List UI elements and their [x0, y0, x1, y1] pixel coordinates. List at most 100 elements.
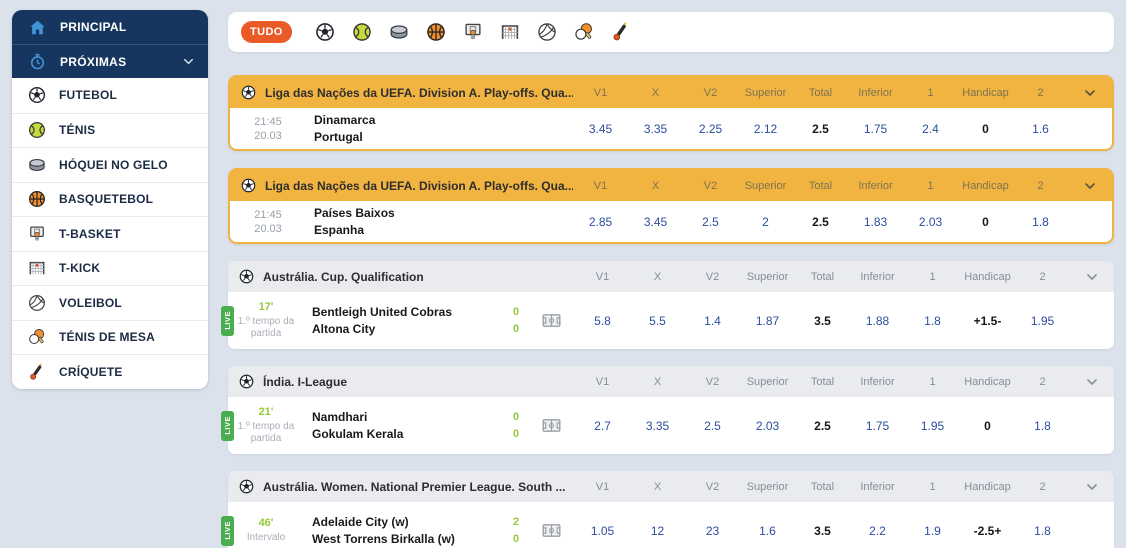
- start-time: 21:45: [230, 115, 306, 129]
- teams[interactable]: Namdhari Gokulam Kerala: [304, 409, 505, 443]
- odds-2[interactable]: 1.6: [1013, 122, 1068, 136]
- tennis-icon[interactable]: [351, 21, 373, 43]
- soccer-icon: [238, 373, 255, 390]
- match-card: Austrália. Cup. Qualification V1 X V2 Su…: [228, 261, 1114, 349]
- teams[interactable]: Países Baixos Espanha: [306, 205, 573, 239]
- sidebar-item-criquete[interactable]: CRÍQUETE: [12, 354, 208, 389]
- odds-v1[interactable]: 1.05: [575, 524, 630, 538]
- odds-v2[interactable]: 1.4: [685, 314, 740, 328]
- chevron-down-icon[interactable]: [1070, 479, 1114, 495]
- odds-1[interactable]: 1.8: [905, 314, 960, 328]
- odds-superior[interactable]: 2.03: [740, 419, 795, 433]
- league-header[interactable]: Índia. I-League V1 X V2 Superior Total I…: [228, 366, 1114, 397]
- odds-inferior[interactable]: 1.88: [850, 314, 905, 328]
- odds-v2[interactable]: 2.25: [683, 122, 738, 136]
- odds-handicap-line: 0: [958, 122, 1013, 136]
- column-header-1: 1: [903, 180, 958, 192]
- tabletennis-icon[interactable]: [573, 21, 595, 43]
- home-team: Bentleigh United Cobras: [312, 304, 505, 321]
- column-header-total: Total: [795, 271, 850, 283]
- odds-handicap-line: 0: [958, 215, 1013, 229]
- odds-v1[interactable]: 2.85: [573, 215, 628, 229]
- chevron-down-icon[interactable]: [1070, 374, 1114, 390]
- odds-2[interactable]: 1.8: [1015, 524, 1070, 538]
- match-time-info: 21:45 20.03: [230, 115, 306, 143]
- soccer-icon[interactable]: [314, 21, 336, 43]
- odds-row: 1.05 12 23 1.6 3.5 2.2 1.9 -2.5+ 1.8: [575, 524, 1070, 538]
- odds-x[interactable]: 3.35: [628, 122, 683, 136]
- sidebar-item-label: T-BASKET: [59, 227, 121, 241]
- odds-column-headers: V1 X V2 Superior Total Inferior 1 Handic…: [575, 481, 1070, 493]
- filter-all-button[interactable]: TUDO: [241, 21, 292, 43]
- pitch-stats-icon[interactable]: [527, 415, 575, 436]
- odds-superior[interactable]: 1.87: [740, 314, 795, 328]
- odds-2[interactable]: 1.8: [1013, 215, 1068, 229]
- odds-v2[interactable]: 2.5: [685, 419, 740, 433]
- soccer-icon: [240, 84, 257, 101]
- column-header-handicap: Handicap: [960, 376, 1015, 388]
- live-badge: LIVE: [221, 306, 234, 336]
- league-header[interactable]: Austrália. Women. National Premier Leagu…: [228, 471, 1114, 502]
- sidebar-item-tenis-de-mesa[interactable]: TÉNIS DE MESA: [12, 320, 208, 355]
- odds-x[interactable]: 3.45: [628, 215, 683, 229]
- odds-1[interactable]: 2.03: [903, 215, 958, 229]
- odds-x[interactable]: 12: [630, 524, 685, 538]
- odds-x[interactable]: 5.5: [630, 314, 685, 328]
- odds-1[interactable]: 1.95: [905, 419, 960, 433]
- odds-inferior[interactable]: 1.83: [848, 215, 903, 229]
- main-content: TUDO Liga das Nações da UEFA. Division: [228, 12, 1114, 548]
- pitch-stats-icon[interactable]: [527, 310, 575, 331]
- chevron-down-icon[interactable]: [1068, 178, 1112, 194]
- league-header[interactable]: Liga das Nações da UEFA. Division A. Pla…: [230, 170, 1112, 201]
- sidebar-item-hoquei-no-gelo[interactable]: HÓQUEI NO GELO: [12, 147, 208, 182]
- odds-1[interactable]: 1.9: [905, 524, 960, 538]
- column-header-v2: V2: [683, 180, 738, 192]
- teams[interactable]: Bentleigh United Cobras Altona City: [304, 304, 505, 338]
- odds-inferior[interactable]: 1.75: [850, 419, 905, 433]
- teams[interactable]: Dinamarca Portugal: [306, 112, 573, 146]
- league-header[interactable]: Liga das Nações da UEFA. Division A. Pla…: [230, 77, 1112, 108]
- odds-inferior[interactable]: 1.75: [848, 122, 903, 136]
- sidebar-item-principal[interactable]: PRINCIPAL: [12, 10, 208, 44]
- live-badge: LIVE: [221, 516, 234, 546]
- tkick-icon[interactable]: [499, 21, 521, 43]
- sidebar-item-t-basket[interactable]: T-BASKET: [12, 216, 208, 251]
- odds-x[interactable]: 3.35: [630, 419, 685, 433]
- league-header[interactable]: Austrália. Cup. Qualification V1 X V2 Su…: [228, 261, 1114, 292]
- chevron-down-icon[interactable]: [1068, 85, 1112, 101]
- cricket-icon[interactable]: [610, 21, 632, 43]
- volleyball-icon[interactable]: [536, 21, 558, 43]
- odds-1[interactable]: 2.4: [903, 122, 958, 136]
- odds-v1[interactable]: 3.45: [573, 122, 628, 136]
- odds-2[interactable]: 1.8: [1015, 419, 1070, 433]
- odds-2[interactable]: 1.95: [1015, 314, 1070, 328]
- match-row: LIVE 21' 1.º tempo da partida Namdhari G…: [228, 397, 1114, 454]
- odds-inferior[interactable]: 2.2: [850, 524, 905, 538]
- match-card: Liga das Nações da UEFA. Division A. Pla…: [228, 168, 1114, 244]
- sidebar-item-t-kick[interactable]: T-KICK: [12, 251, 208, 286]
- start-time: 21:45: [230, 208, 306, 222]
- match-time-info: 17' 1.º tempo da partida: [228, 301, 304, 340]
- odds-v2[interactable]: 23: [685, 524, 740, 538]
- sidebar-item-tenis[interactable]: TÉNIS: [12, 113, 208, 148]
- chevron-down-icon[interactable]: [181, 54, 196, 69]
- sidebar-item-proximas[interactable]: PRÓXIMAS: [12, 44, 208, 78]
- sidebar-item-basquetebol[interactable]: BASQUETEBOL: [12, 182, 208, 217]
- odds-superior[interactable]: 2.12: [738, 122, 793, 136]
- odds-row: 2.7 3.35 2.5 2.03 2.5 1.75 1.95 0 1.8: [575, 419, 1070, 433]
- puck-icon[interactable]: [388, 21, 410, 43]
- odds-v1[interactable]: 5.8: [575, 314, 630, 328]
- sidebar-item-label: TÉNIS DE MESA: [59, 330, 155, 344]
- basketball-icon[interactable]: [425, 21, 447, 43]
- sidebar-item-futebol[interactable]: FUTEBOL: [12, 78, 208, 113]
- odds-v2[interactable]: 2.5: [683, 215, 738, 229]
- away-team: Espanha: [314, 222, 573, 239]
- chevron-down-icon[interactable]: [1070, 269, 1114, 285]
- tbasket-icon[interactable]: [462, 21, 484, 43]
- teams[interactable]: Adelaide City (w) West Torrens Birkalla …: [304, 514, 505, 548]
- sidebar-item-voleibol[interactable]: VOLEIBOL: [12, 285, 208, 320]
- pitch-stats-icon[interactable]: [527, 520, 575, 541]
- odds-v1[interactable]: 2.7: [575, 419, 630, 433]
- odds-superior[interactable]: 2: [738, 215, 793, 229]
- odds-superior[interactable]: 1.6: [740, 524, 795, 538]
